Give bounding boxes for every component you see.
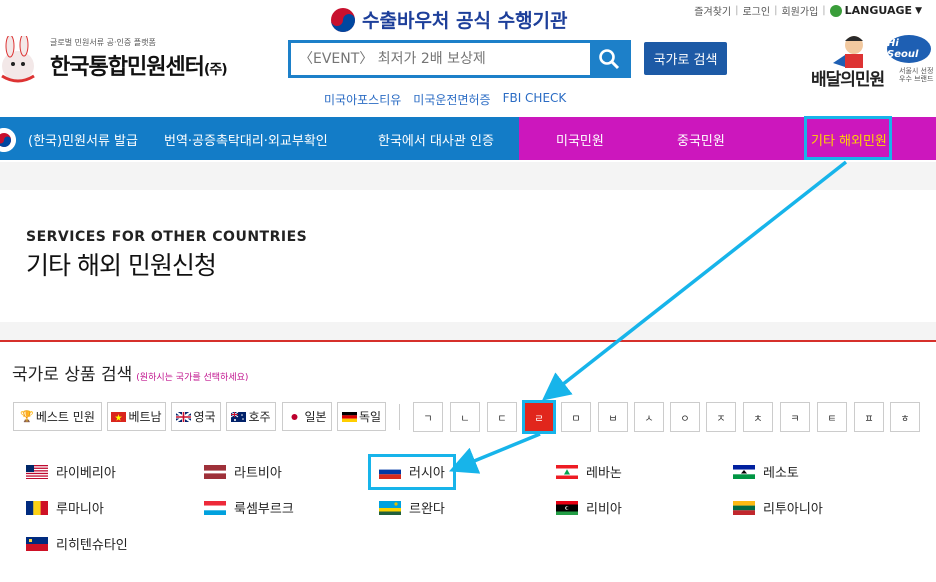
consonant-h[interactable]: ㅎ — [890, 402, 920, 432]
uk-flag-icon — [176, 411, 192, 422]
consonant-m[interactable]: ㅁ — [561, 402, 591, 432]
sub-link-us-apostille[interactable]: 미국아포스티유 — [324, 91, 401, 108]
country-search-button[interactable]: 국가로 검색 — [644, 42, 727, 75]
search-button[interactable] — [590, 43, 628, 75]
consonant-g[interactable]: ㄱ — [413, 402, 443, 432]
consonant-t[interactable]: ㅌ — [817, 402, 847, 432]
country-lithuania[interactable]: 리투아니아 — [733, 498, 823, 517]
product-search-title: 국가로 상품 검색 (원하시는 국가를 선택하세요) — [12, 365, 249, 385]
chip-divider — [399, 404, 400, 430]
signup-link[interactable]: 회원가입 — [781, 3, 818, 18]
romania-flag-icon — [26, 500, 48, 515]
latvia-flag-icon — [204, 464, 226, 479]
consonant-j[interactable]: ㅈ — [706, 402, 736, 432]
consonant-n[interactable]: ㄴ — [450, 402, 480, 432]
search-icon — [599, 49, 620, 70]
consonant-d[interactable]: ㄷ — [487, 402, 517, 432]
chip-vietnam[interactable]: 베트남 — [107, 402, 166, 431]
consonant-k[interactable]: ㅋ — [780, 402, 810, 432]
product-search-hint: (원하시는 국가를 선택하세요) — [136, 373, 249, 383]
nav-item-embassy[interactable]: 한국에서 대사관 인증 — [378, 130, 494, 149]
chip-japan[interactable]: 일본 — [282, 402, 332, 431]
arrow-to-russia — [449, 432, 541, 474]
language-label: LANGUAGE — [844, 4, 913, 17]
logo-title: 한국통합민원센터(주) — [50, 55, 228, 80]
consonant-r-active[interactable]: ㄹ — [522, 400, 556, 434]
globe-icon — [829, 4, 842, 17]
sub-link-fbi-check[interactable]: FBI CHECK — [503, 91, 567, 108]
country-liberia[interactable]: 라이베리아 — [26, 462, 116, 481]
language-selector[interactable]: LANGUAGE ▼ — [829, 4, 922, 17]
country-romania[interactable]: 루마니아 — [26, 498, 104, 517]
japan-flag-icon — [287, 411, 303, 422]
caret-down-icon: ▼ — [915, 5, 922, 16]
logo-subtitle: 글로벌 민원서류 공·인증 플랫폼 — [50, 38, 156, 47]
country-liechtenstein[interactable]: 리히텐슈타인 — [26, 534, 128, 553]
brand2-title: 배달의민원 — [811, 70, 885, 90]
vietnam-flag-icon — [111, 411, 127, 422]
rwanda-flag-icon — [379, 500, 401, 515]
rabbit-mascot-icon — [1, 36, 35, 83]
sub-links: 미국아포스티유 미국운전면허증 FBI CHECK — [324, 91, 566, 108]
slogan: 수출바우처 공식 수행기관 — [330, 6, 568, 33]
country-luxembourg[interactable]: 룩셈부르크 — [204, 498, 294, 517]
consonant-p[interactable]: ㅍ — [854, 402, 884, 432]
nav-item-korea-docs[interactable]: (한국)민원서류 발급 — [28, 130, 138, 149]
lebanon-flag-icon — [556, 464, 578, 479]
chip-best[interactable]: 🏆 베스트 민원 — [13, 402, 102, 431]
chip-australia[interactable]: 호주 — [226, 402, 276, 431]
consonant-ng[interactable]: ㅇ — [670, 402, 700, 432]
country-lesotho[interactable]: 레소토 — [733, 462, 799, 481]
australia-flag-icon — [231, 411, 247, 422]
chip-uk[interactable]: 영국 — [171, 402, 221, 431]
taegeuk-icon — [331, 7, 355, 32]
hero-en-title: SERVICES FOR OTHER COUNTRIES — [26, 229, 308, 245]
country-libya[interactable]: 리비아 — [556, 498, 622, 517]
hero-band — [0, 322, 936, 340]
country-latvia[interactable]: 라트비아 — [204, 462, 282, 481]
libya-flag-icon — [556, 500, 578, 515]
country-highlight-box — [368, 454, 456, 490]
site-logo[interactable]: 글로벌 민원서류 공·인증 플랫폼 한국통합민원센터(주) — [0, 34, 240, 86]
nav-item-usa[interactable]: 미국민원 — [556, 130, 604, 149]
superhero-mascot-icon — [833, 36, 863, 68]
nav-highlight-box — [804, 116, 892, 160]
liechtenstein-flag-icon — [26, 536, 48, 551]
hero-ko-title: 기타 해외 민원신청 — [26, 251, 217, 280]
country-rwanda[interactable]: 르완다 — [379, 498, 445, 517]
login-link[interactable]: 로그인 — [742, 3, 770, 18]
slogan-text: 수출바우처 공식 수행기관 — [362, 10, 568, 32]
delivery-brand-logo[interactable]: Hi Seoul 배달의민원 서울시 선정 우수 브랜드 — [811, 33, 936, 93]
top-links: 즐겨찾기 | 로그인 | 회원가입 | LANGUAGE ▼ — [694, 3, 922, 18]
consonant-b[interactable]: ㅂ — [598, 402, 628, 432]
sub-link-us-license[interactable]: 미국운전면허증 — [413, 91, 490, 108]
nav-item-china[interactable]: 중국민원 — [677, 130, 725, 149]
consonant-ch[interactable]: ㅊ — [743, 402, 773, 432]
germany-flag-icon — [341, 411, 357, 422]
lesotho-flag-icon — [733, 464, 755, 479]
lithuania-flag-icon — [733, 500, 755, 515]
nav-item-translation[interactable]: 번역·공증촉탁대리·외교부확인 — [164, 130, 328, 149]
hi-seoul-badge: Hi Seoul — [887, 35, 931, 63]
brand2-subtitle: 서울시 선정 우수 브랜드 — [899, 67, 934, 83]
search-box — [288, 40, 631, 78]
search-input[interactable] — [291, 43, 590, 75]
luxembourg-flag-icon — [204, 500, 226, 515]
country-lebanon[interactable]: 레바논 — [556, 462, 622, 481]
section-divider — [0, 340, 936, 342]
consonant-s[interactable]: ㅅ — [634, 402, 664, 432]
bookmark-link[interactable]: 즐겨찾기 — [694, 3, 731, 18]
liberia-flag-icon — [26, 464, 48, 479]
chip-germany[interactable]: 독일 — [337, 402, 386, 431]
trophy-icon: 🏆 — [20, 410, 34, 423]
page: 즐겨찾기 | 로그인 | 회원가입 | LANGUAGE ▼ 수출바우처 공식 … — [0, 0, 936, 582]
